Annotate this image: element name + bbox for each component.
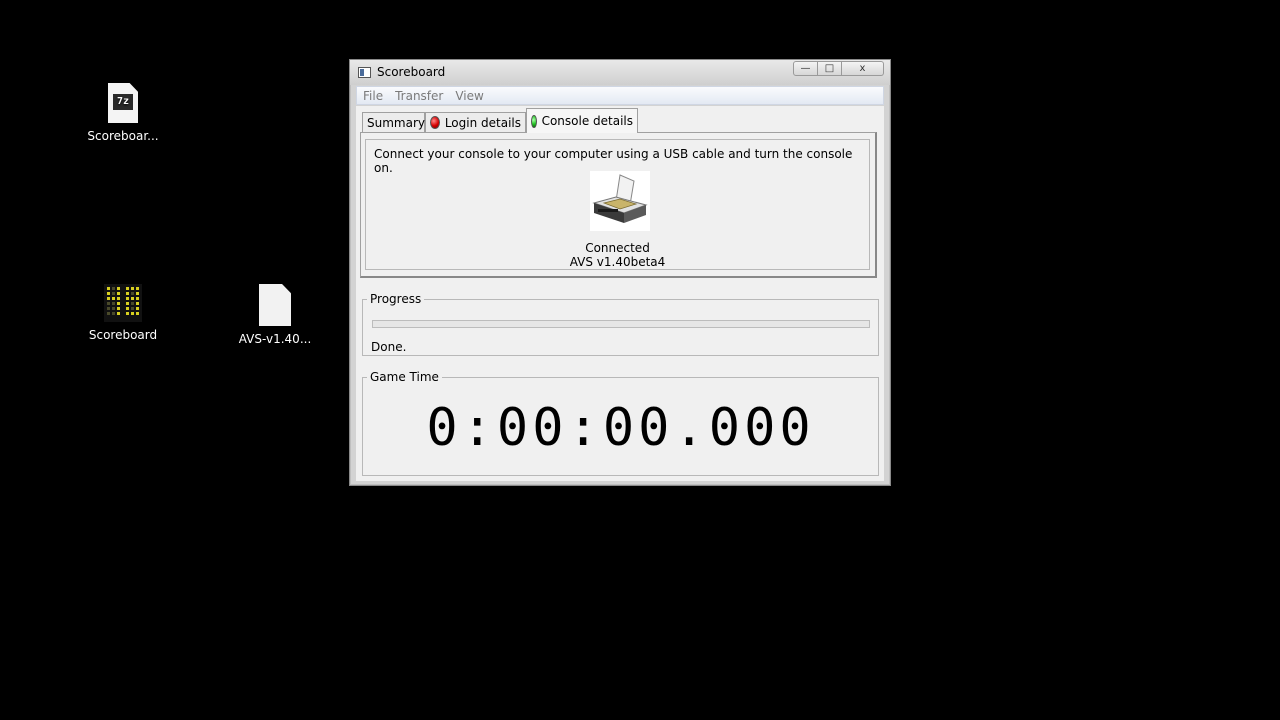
window-title: Scoreboard bbox=[377, 65, 446, 79]
menu-file[interactable]: File bbox=[357, 89, 389, 103]
desktop-icon-scoreboard-app[interactable]: Scoreboard bbox=[68, 284, 178, 342]
7z-archive-icon: 7z bbox=[108, 83, 138, 123]
desktop-icon-7z-archive[interactable]: 7z Scoreboar... bbox=[68, 83, 178, 143]
tab-console-details[interactable]: Console details bbox=[526, 108, 638, 133]
tab-label: Summary bbox=[367, 115, 425, 130]
game-time-group: Game Time 0:00:00.000 bbox=[362, 370, 879, 476]
red-status-icon bbox=[430, 116, 440, 129]
7z-badge: 7z bbox=[113, 94, 133, 110]
blank-file-icon bbox=[259, 284, 291, 326]
tab-login-details[interactable]: Login details bbox=[425, 112, 526, 132]
game-time-display: 0:00:00.000 bbox=[426, 398, 815, 458]
minimize-button[interactable]: — bbox=[793, 61, 818, 76]
tab-label: Console details bbox=[541, 114, 633, 128]
close-button[interactable]: x bbox=[842, 61, 884, 76]
progress-status: Done. bbox=[371, 340, 407, 354]
progress-legend: Progress bbox=[370, 292, 422, 306]
green-status-icon bbox=[531, 114, 537, 128]
desktop-icon-label: Scoreboard bbox=[88, 328, 158, 342]
menu-transfer[interactable]: Transfer bbox=[389, 89, 449, 103]
game-time-legend: Game Time bbox=[370, 370, 439, 384]
desktop-icon-avs-file[interactable]: AVS-v1.40... bbox=[220, 284, 330, 346]
progress-bar bbox=[372, 320, 870, 328]
menu-bar: File Transfer View bbox=[356, 86, 884, 105]
tab-label: Login details bbox=[444, 115, 521, 130]
console-device-icon bbox=[590, 171, 650, 231]
scoreboard-app-icon bbox=[104, 284, 142, 322]
desktop-icon-label: AVS-v1.40... bbox=[238, 332, 312, 346]
connection-status: Connected bbox=[585, 241, 650, 255]
app-window-icon bbox=[358, 67, 371, 78]
title-bar[interactable]: Scoreboard — □ x bbox=[350, 60, 890, 85]
firmware-version: AVS v1.40beta4 bbox=[569, 255, 666, 269]
console-details-frame: Connect your console to your computer us… bbox=[365, 139, 870, 270]
window-controls: — □ x bbox=[793, 61, 884, 76]
desktop-icon-label: Scoreboar... bbox=[87, 129, 159, 143]
tab-summary[interactable]: Summary bbox=[362, 112, 425, 132]
maximize-button[interactable]: □ bbox=[818, 61, 842, 76]
scoreboard-window: Scoreboard — □ x File Transfer View Summ… bbox=[349, 59, 891, 486]
window-client-area: Summary Login details Console details Co… bbox=[356, 106, 884, 481]
console-details-panel: Connect your console to your computer us… bbox=[360, 132, 877, 278]
progress-group: Progress Done. bbox=[362, 292, 879, 356]
menu-view[interactable]: View bbox=[449, 89, 489, 103]
